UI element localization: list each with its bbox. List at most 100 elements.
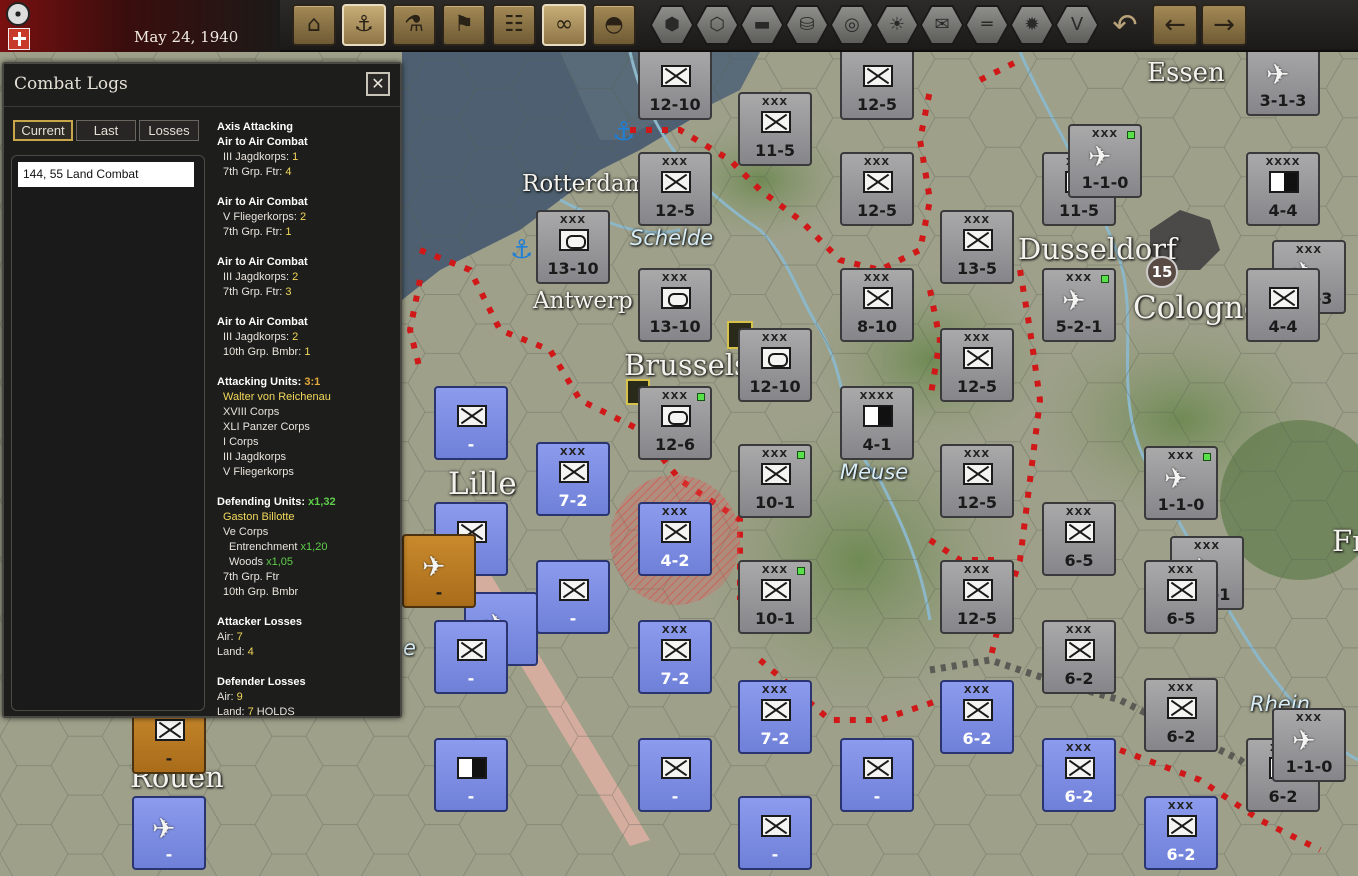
unit-strength: -: [671, 787, 679, 806]
frontline-icon: ═: [981, 14, 993, 35]
unit-counter[interactable]: -: [536, 560, 610, 634]
unit-counter[interactable]: ✈ 3-1-3: [1246, 42, 1320, 116]
air-combat-line: III Jagdkorps: 2: [223, 331, 299, 343]
unit-counter[interactable]: XXX 12-5: [638, 152, 712, 226]
woods-modifier: Woods x1,05: [229, 556, 294, 568]
unit-counter[interactable]: -: [638, 738, 712, 812]
unit-counter[interactable]: XXX 6-2: [1144, 678, 1218, 752]
unit-counter[interactable]: XXX 6-2: [940, 680, 1014, 754]
unit-counter[interactable]: XXXX 4-4: [1246, 152, 1320, 226]
unit-counter[interactable]: XXX 6-5: [1144, 560, 1218, 634]
clipboard-icon: ☷: [504, 12, 524, 37]
unit-counter[interactable]: XXX 7-2: [536, 442, 610, 516]
unit-strength: 4-2: [660, 551, 690, 570]
unit-counter[interactable]: XXX 13-5: [940, 210, 1014, 284]
unit-counter[interactable]: XXX 10-1: [738, 560, 812, 634]
naval-button[interactable]: ⚓: [342, 4, 386, 46]
unit-counter[interactable]: XXX 12-5: [940, 328, 1014, 402]
unit-strength: 4-1: [862, 435, 892, 454]
aircraft-icon: ✈: [1164, 462, 1188, 495]
unit-counter[interactable]: XXX 10-1: [738, 444, 812, 518]
germany-flag-icon[interactable]: [6, 2, 30, 26]
unit-size: XXX: [1295, 713, 1323, 724]
unit-strength: 5-2-1: [1055, 317, 1103, 336]
unit-counter[interactable]: 4-4: [1246, 268, 1320, 342]
unit-counter[interactable]: ✈-: [132, 796, 206, 870]
binoculars-icon: ∞: [554, 12, 574, 37]
intel-button[interactable]: ∞: [542, 4, 586, 46]
unit-strength: 12-5: [956, 493, 998, 512]
research-button[interactable]: ⚗: [392, 4, 436, 46]
defending-support: 10th Grp. Bmbr: [223, 586, 299, 598]
reports-button[interactable]: ☷: [492, 4, 536, 46]
aircraft-icon: ✈: [1062, 284, 1086, 317]
river-label-meuse: Meuse: [840, 460, 909, 484]
unit-strength: 1-1-0: [1157, 495, 1205, 514]
close-button[interactable]: ✕: [366, 72, 390, 96]
defender-losses-heading: Defender Losses: [217, 676, 306, 688]
unit-counter[interactable]: XXX 6-5: [1042, 502, 1116, 576]
attacking-commander[interactable]: Walter von Reichenau: [217, 390, 399, 405]
diplomacy-button[interactable]: ⚑: [442, 4, 486, 46]
infantry-symbol-icon: [1167, 579, 1197, 601]
unit-counter[interactable]: XXX 6-2: [1042, 738, 1116, 812]
previous-button[interactable]: ←: [1152, 4, 1198, 46]
aircraft-icon: ✈: [152, 812, 176, 845]
hex-icon: ⬢: [664, 14, 680, 35]
unit-strength: 10-1: [754, 609, 796, 628]
unit-counter[interactable]: XXXX 4-1: [840, 386, 914, 460]
unit-strength: -: [467, 435, 475, 454]
unit-counter[interactable]: XXX 12-5: [840, 152, 914, 226]
unit-counter[interactable]: XXX 12-10: [738, 328, 812, 402]
unit-counter[interactable]: XXX ✈ 1-1-0: [1272, 708, 1346, 782]
log-entry-selected[interactable]: 144, 55 Land Combat: [18, 162, 194, 187]
coins-icon: ⛁: [799, 14, 815, 35]
unit-counter[interactable]: 12-10: [638, 46, 712, 120]
combat-log-list[interactable]: 144, 55 Land Combat: [11, 155, 205, 711]
air-combat-line: 10th Grp. Bmbr: 1: [223, 346, 311, 358]
unit-counter[interactable]: XXX 12-5: [940, 444, 1014, 518]
undo-button[interactable]: ↶: [1108, 6, 1142, 46]
unit-counter[interactable]: -: [738, 796, 812, 870]
unit-counter[interactable]: XXX ✈ 1-1-0: [1068, 124, 1142, 198]
unit-strength: -: [165, 749, 173, 768]
tab-current[interactable]: Current: [13, 120, 73, 141]
unit-counter[interactable]: XXX✈5-2-1: [1042, 268, 1116, 342]
unit-counter[interactable]: XXX 8-10: [840, 268, 914, 342]
factory-icon: ⌂: [307, 12, 321, 37]
unit-counter[interactable]: ✈-: [402, 534, 476, 608]
attacker-losses-heading: Attacker Losses: [217, 616, 302, 628]
unit-counter[interactable]: XXX 13-10: [536, 210, 610, 284]
unit-counter[interactable]: XXX 12-5: [940, 560, 1014, 634]
unit-strength: 7-2: [558, 491, 588, 510]
unit-counter[interactable]: XXX 6-2: [1144, 796, 1218, 870]
unit-counter[interactable]: XXX 12-6: [638, 386, 712, 460]
red-cross-flag-icon[interactable]: [8, 28, 30, 50]
unit-counter[interactable]: -: [434, 620, 508, 694]
close-icon: ✕: [371, 74, 385, 93]
air-combat-line: 7th Grp. Ftr: 1: [223, 226, 292, 238]
unit-counter[interactable]: XXX 7-2: [638, 620, 712, 694]
tab-last[interactable]: Last: [76, 120, 136, 141]
unit-counter[interactable]: -: [434, 386, 508, 460]
units-button[interactable]: ◓: [592, 4, 636, 46]
defending-commander[interactable]: Gaston Billotte: [217, 510, 399, 525]
unit-counter[interactable]: XXX 4-2: [638, 502, 712, 576]
next-button[interactable]: →: [1201, 4, 1247, 46]
unit-counter[interactable]: XXX 6-2: [1042, 620, 1116, 694]
tab-losses[interactable]: Losses: [139, 120, 199, 141]
unit-counter[interactable]: XXX 7-2: [738, 680, 812, 754]
unit-size: XXX: [761, 97, 789, 108]
entrenchment-modifier: Entrenchment x1,20: [229, 541, 328, 553]
unit-counter[interactable]: XXX 11-5: [738, 92, 812, 166]
unit-counter[interactable]: -: [840, 738, 914, 812]
unit-size: XXX: [1065, 507, 1093, 518]
defender-land-losses: Land: 7 HOLDS: [217, 706, 295, 716]
infantry-symbol-icon: [1065, 757, 1095, 779]
unit-counter[interactable]: 12-5: [840, 46, 914, 120]
city-label-essen: Essen: [1147, 58, 1225, 88]
unit-counter[interactable]: -: [434, 738, 508, 812]
unit-counter[interactable]: XXX ✈ 1-1-0: [1144, 446, 1218, 520]
production-button[interactable]: ⌂: [292, 4, 336, 46]
unit-counter[interactable]: XXX 13-10: [638, 268, 712, 342]
